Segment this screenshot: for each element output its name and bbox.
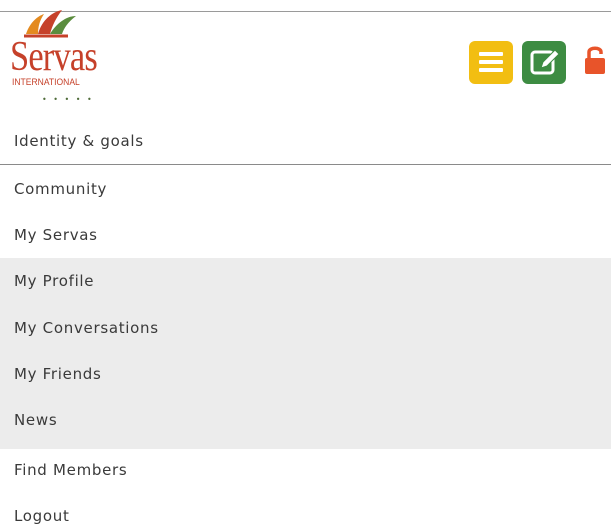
nav-item-label: Logout <box>14 507 70 525</box>
menu-button[interactable] <box>469 41 513 84</box>
nav-item-label: Community <box>14 180 108 198</box>
edit-pencil-icon <box>530 49 560 75</box>
lock-button[interactable] <box>583 44 609 76</box>
nav-item-label: Find Members <box>14 461 128 479</box>
brand-dots: • • • • • <box>42 95 94 104</box>
edit-button[interactable] <box>522 41 566 84</box>
section-divider <box>0 164 611 165</box>
nav-item-label: My Friends <box>14 365 102 383</box>
servas-logo[interactable]: Servas INTERNATIONAL • • • • • <box>8 10 108 104</box>
brand-subtitle: INTERNATIONAL <box>12 77 80 88</box>
nav-item-label: My Profile <box>14 272 95 290</box>
nav-item-label: News <box>14 411 58 429</box>
brand-name: Servas <box>10 34 98 80</box>
unlocked-padlock-icon <box>585 46 605 74</box>
nav-item-label: My Conversations <box>14 319 159 337</box>
nav-item-label: Identity & goals <box>14 132 144 150</box>
nav-item-label: My Servas <box>14 226 98 244</box>
